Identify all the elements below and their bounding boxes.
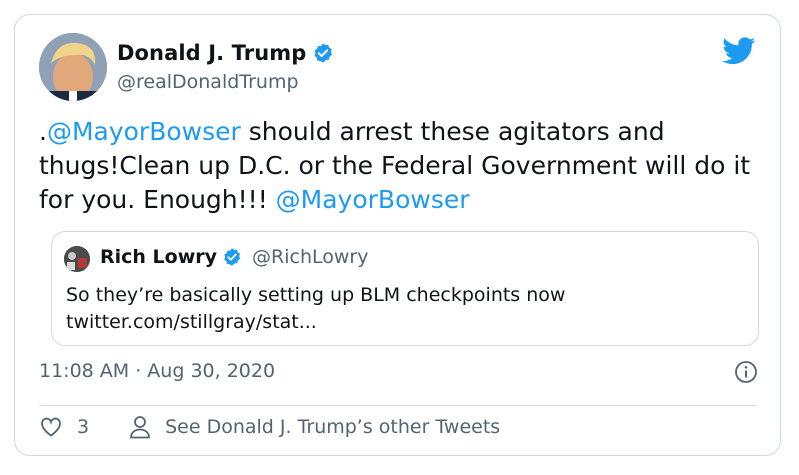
author-name[interactable]: Donald J. Trump: [117, 41, 306, 65]
tweet-card: Donald J. Trump @realDonaldTrump .@Mayor…: [14, 14, 781, 456]
verified-badge-icon: [314, 43, 333, 63]
quoted-author-row: Rich Lowry @RichLowry: [100, 246, 368, 268]
twitter-bird-icon[interactable]: [722, 37, 756, 65]
author-name-row[interactable]: Donald J. Trump: [117, 41, 334, 65]
heart-icon[interactable]: [39, 415, 63, 439]
quoted-tweet-line: So they’re basically setting up BLM chec…: [66, 284, 566, 306]
tweet-actions: 3 See Donald J. Trump’s other Tweets: [39, 415, 500, 439]
author-handle[interactable]: @realDonaldTrump: [117, 71, 299, 93]
person-icon[interactable]: [129, 415, 151, 439]
quoted-tweet[interactable]: Rich Lowry @RichLowry So they’re basical…: [51, 231, 759, 346]
divider: [39, 405, 756, 406]
mention-link[interactable]: @MayorBowser: [276, 185, 470, 214]
like-count[interactable]: 3: [77, 416, 89, 438]
quoted-author-avatar[interactable]: [64, 246, 90, 272]
quoted-tweet-link[interactable]: twitter.com/stillgray/stat...: [66, 309, 565, 336]
author-avatar[interactable]: [39, 33, 107, 101]
other-tweets-link[interactable]: See Donald J. Trump’s other Tweets: [165, 416, 500, 438]
tweet-timestamp[interactable]: 11:08 AM · Aug 30, 2020: [39, 360, 275, 382]
info-icon[interactable]: [734, 360, 758, 384]
tweet-text: .@MayorBowser should arrest these agitat…: [39, 115, 759, 217]
quoted-author-handle[interactable]: @RichLowry: [252, 246, 368, 268]
tweet-text-prefix: .: [39, 117, 47, 146]
quoted-tweet-text: So they’re basically setting up BLM chec…: [66, 282, 565, 336]
verified-badge-icon: [224, 248, 241, 266]
mention-link[interactable]: @MayorBowser: [47, 117, 241, 146]
quoted-author-name[interactable]: Rich Lowry: [100, 246, 217, 268]
